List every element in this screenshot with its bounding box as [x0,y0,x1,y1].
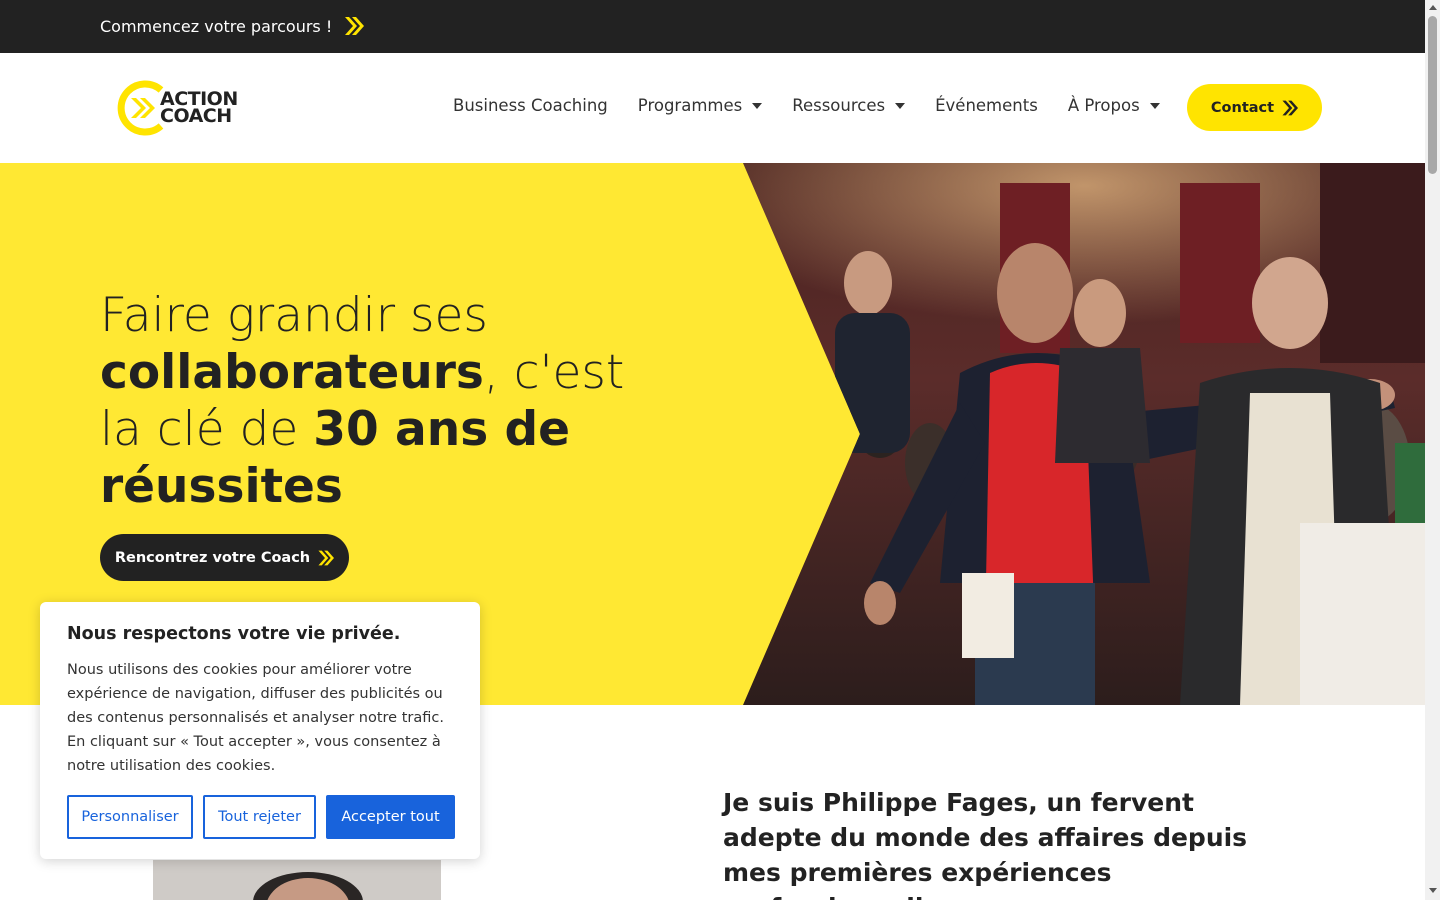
double-chevron-icon [1282,100,1299,115]
caret-down-icon [895,102,906,109]
nav-evenements-label: Événements [935,96,1038,115]
contact-button-label: Contact [1210,99,1275,116]
meet-coach-button-label: Rencontrez votre Coach [114,549,311,566]
scroll-down-arrow-icon[interactable] [1429,888,1437,893]
double-chevron-icon [318,550,335,565]
caret-down-icon [752,102,763,109]
hero-title: Faire grandir ses collaborateurs, c'est … [100,287,660,515]
scroll-up-arrow-icon[interactable] [1429,5,1437,10]
start-journey-label: Commencez votre parcours ! [100,16,333,36]
coach-portrait-image [153,860,441,900]
nav-programmes[interactable]: Programmes [637,96,763,115]
logo-line-2: COACH [160,105,232,127]
scrollbar-thumb[interactable] [1428,16,1437,174]
nav-business-coaching-label: Business Coaching [453,96,608,115]
nav-a-propos-label: À Propos [1067,96,1140,115]
cookie-consent-dialog: Nous respectons votre vie privée. Nous u… [40,602,480,859]
nav-ressources-label: Ressources [792,96,886,115]
nav-business-coaching[interactable]: Business Coaching [453,96,608,115]
nav-programmes-label: Programmes [637,96,743,115]
nav-ressources[interactable]: Ressources [792,96,906,115]
customize-button-label: Personnaliser [81,809,179,825]
main-nav: Business Coaching Programmes Ressources … [453,96,1190,115]
nav-evenements[interactable]: Événements [935,96,1038,115]
coach-intro-text: Je suis Philippe Fages, un fervent adept… [723,788,1248,900]
cookie-body: Nous utilisons des cookies pour améliore… [67,662,444,774]
meet-coach-button[interactable]: Rencontrez votre Coach [100,534,349,581]
contact-button[interactable]: Contact [1187,84,1322,131]
actioncoach-logo[interactable]: ACTION COACH [113,77,238,139]
hero-title-part-1: Faire grandir ses [100,288,488,343]
page: Commencez votre parcours ! ACTION COACH … [0,0,1440,900]
reject-all-button-label: Tout rejeter [218,809,301,825]
hero-title-bold-1: collaborateurs [100,345,484,400]
cookie-actions: Personnaliser Tout rejeter Accepter tout [67,795,455,839]
site-header: ACTION COACH Business Coaching Programme… [0,53,1425,163]
nav-a-propos[interactable]: À Propos [1068,96,1160,115]
reject-all-button[interactable]: Tout rejeter [203,795,316,839]
double-chevron-icon [345,17,365,35]
logo-wordmark: ACTION COACH [160,90,238,127]
accept-all-button[interactable]: Accepter tout [326,795,455,839]
caret-down-icon [1149,102,1160,109]
portrait-photo [153,860,441,900]
page-scrollbar[interactable] [1425,0,1440,900]
accept-all-button-label: Accepter tout [341,809,440,825]
start-journey-link[interactable]: Commencez votre parcours ! [100,15,365,37]
cookie-title: Nous respectons votre vie privée. [67,624,401,644]
customize-button[interactable]: Personnaliser [67,795,193,839]
top-bar: Commencez votre parcours ! [0,0,1425,53]
